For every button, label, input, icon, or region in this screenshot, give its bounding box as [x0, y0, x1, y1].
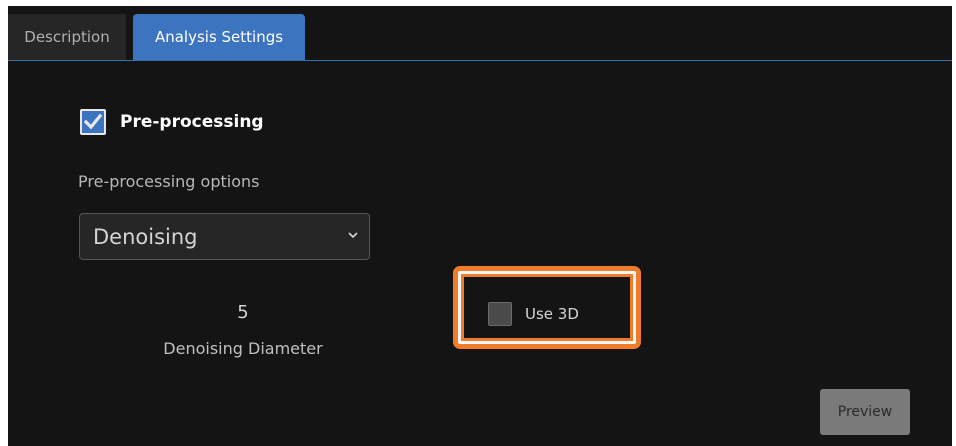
checkmark-icon: [82, 111, 104, 133]
tab-description-label: Description: [24, 28, 110, 46]
preview-button[interactable]: Preview: [820, 389, 910, 435]
tab-analysis-settings-label: Analysis Settings: [154, 28, 284, 46]
tab-bar: Description Analysis Settings: [8, 6, 952, 61]
tab-description[interactable]: Description: [8, 14, 126, 60]
use3d-checkbox[interactable]: [488, 302, 512, 326]
preprocessing-options-label: Pre-processing options: [78, 172, 260, 191]
denoising-diameter-value[interactable]: 5: [158, 302, 328, 323]
tab-analysis-settings[interactable]: Analysis Settings: [133, 14, 305, 60]
preprocessing-checkbox-row[interactable]: Pre-processing: [80, 109, 264, 135]
preprocessing-options-select[interactable]: Denoising: [79, 213, 370, 260]
preprocessing-label: Pre-processing: [120, 112, 264, 132]
chevron-down-icon: [348, 232, 358, 239]
use3d-label: Use 3D: [525, 305, 579, 323]
analysis-panel: Description Analysis Settings Pre-proces…: [8, 6, 952, 446]
preprocessing-checkbox[interactable]: [80, 109, 106, 135]
use3d-checkbox-row[interactable]: Use 3D: [488, 302, 579, 326]
selected-option: Denoising: [93, 224, 198, 249]
denoising-diameter-label: Denoising Diameter: [163, 339, 323, 358]
